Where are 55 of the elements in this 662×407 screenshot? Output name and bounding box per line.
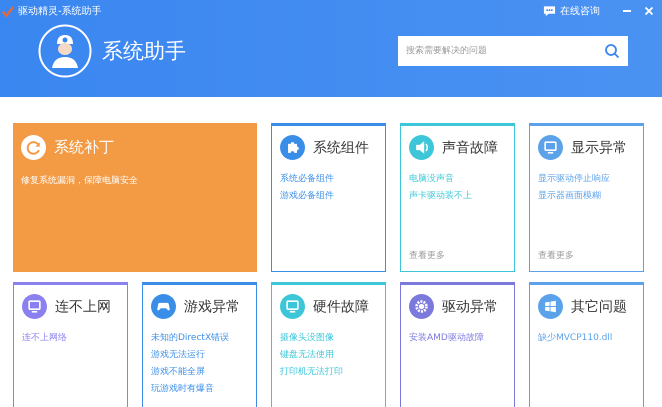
category-card[interactable]: 声音故障 电脑没声音 声卡驱动装不上 查看更多 bbox=[400, 123, 515, 272]
card-title: 驱动异常 bbox=[442, 298, 498, 316]
check-logo-icon bbox=[2, 6, 14, 16]
category-card[interactable]: 系统组件 系统必备组件 游戏必备组件 bbox=[271, 123, 386, 272]
app-title: 系统助手 bbox=[102, 38, 186, 65]
card-title: 系统组件 bbox=[313, 138, 369, 156]
category-card[interactable]: 连不上网 连不上网络 bbox=[13, 282, 128, 407]
window-title: 驱动精灵-系统助手 bbox=[18, 4, 102, 18]
monitor-icon bbox=[280, 294, 305, 319]
gear-icon bbox=[409, 294, 434, 319]
problem-link[interactable]: 游戏不能全屏 bbox=[151, 365, 248, 378]
category-card[interactable]: 驱动异常 安装AMD驱动故障 bbox=[400, 282, 515, 407]
category-card[interactable]: 游戏异常 未知的DirectX错误 游戏无法运行 游戏不能全屏 玩游戏时有爆音 bbox=[142, 282, 257, 407]
chat-bubble-icon[interactable] bbox=[543, 5, 556, 17]
problem-link[interactable]: 系统必备组件 bbox=[280, 172, 377, 185]
category-card[interactable]: 硬件故障 摄像头没图像 键盘无法使用 打印机无法打印 bbox=[271, 282, 386, 407]
windows-icon bbox=[538, 294, 563, 319]
problem-link[interactable]: 打印机无法打印 bbox=[280, 365, 377, 378]
card-title: 连不上网 bbox=[55, 298, 111, 316]
gamepad-icon bbox=[151, 294, 176, 319]
category-card[interactable]: 显示异常 显示驱动停止响应 显示器画面模糊 查看更多 bbox=[529, 123, 644, 272]
problem-link[interactable]: 游戏必备组件 bbox=[280, 189, 377, 202]
puzzle-icon bbox=[280, 135, 305, 160]
problem-link[interactable]: 安装AMD驱动故障 bbox=[409, 331, 506, 344]
card-title: 声音故障 bbox=[442, 138, 498, 156]
card-title: 游戏异常 bbox=[184, 298, 240, 316]
card-title: 显示异常 bbox=[571, 138, 627, 156]
problem-link[interactable]: 连不上网络 bbox=[22, 331, 119, 344]
problem-link[interactable]: 未知的DirectX错误 bbox=[151, 331, 248, 344]
more-link[interactable]: 查看更多 bbox=[538, 249, 635, 262]
problem-link[interactable]: 缺少MVCP110.dll bbox=[538, 331, 635, 344]
refresh-icon bbox=[21, 135, 46, 160]
patch-card[interactable]: 系统补丁 修复系统漏洞，保障电脑安全 bbox=[13, 123, 257, 272]
problem-link[interactable]: 电脑没声音 bbox=[409, 172, 506, 185]
problem-link[interactable]: 游戏无法运行 bbox=[151, 348, 248, 361]
problem-link[interactable]: 摄像头没图像 bbox=[280, 331, 377, 344]
close-icon[interactable] bbox=[644, 6, 654, 16]
more-link[interactable]: 查看更多 bbox=[409, 249, 506, 262]
online-consult-link[interactable]: 在线咨询 bbox=[560, 4, 600, 18]
search-icon[interactable] bbox=[604, 43, 620, 59]
speaker-icon bbox=[409, 135, 434, 160]
problem-link[interactable]: 声卡驱动装不上 bbox=[409, 189, 506, 202]
card-title: 系统补丁 bbox=[54, 138, 114, 157]
doctor-avatar-icon bbox=[38, 24, 92, 78]
problem-link[interactable]: 玩游戏时有爆音 bbox=[151, 382, 248, 395]
card-description: 修复系统漏洞，保障电脑安全 bbox=[21, 174, 139, 187]
problem-link[interactable]: 显示器画面模糊 bbox=[538, 189, 635, 202]
card-title: 硬件故障 bbox=[313, 298, 369, 316]
problem-link[interactable]: 显示驱动停止响应 bbox=[538, 172, 635, 185]
monitor-icon bbox=[22, 294, 47, 319]
category-card[interactable]: 其它问题 缺少MVCP110.dll bbox=[529, 282, 644, 407]
card-title: 其它问题 bbox=[571, 298, 627, 316]
search-field[interactable]: 搜索需要解决的问题 bbox=[398, 36, 628, 66]
problem-link[interactable]: 键盘无法使用 bbox=[280, 348, 377, 361]
monitor-icon bbox=[538, 135, 563, 160]
